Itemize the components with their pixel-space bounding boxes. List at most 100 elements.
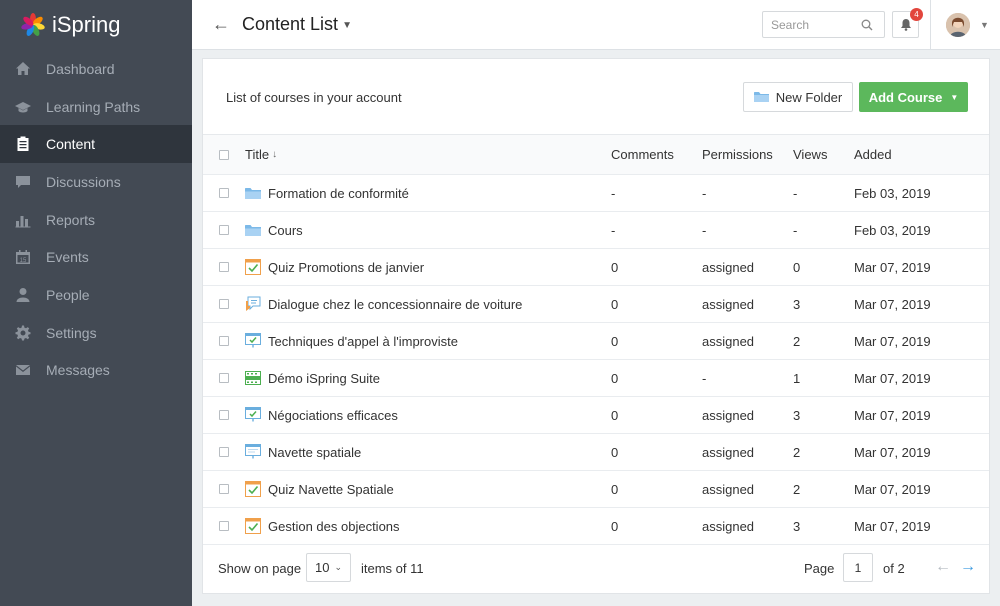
row-comments: 0 (611, 259, 619, 275)
sidebar-item-dashboard[interactable]: Dashboard (0, 50, 192, 88)
table-row[interactable]: Quiz Navette Spatiale 0 assigned 2 Mar 07, 2… (203, 471, 989, 508)
row-checkbox-cell (219, 212, 229, 248)
topbar: ← Content List▼ 4 ▼ (192, 0, 1000, 50)
next-page-arrow-icon[interactable]: → (960, 558, 976, 576)
row-checkbox[interactable] (219, 447, 229, 457)
sidebar-item-reports[interactable]: Reports (0, 201, 192, 239)
row-title[interactable]: Navette spatiale (268, 445, 361, 460)
row-title[interactable]: Quiz Navette Spatiale (268, 482, 394, 497)
app-logo[interactable]: iSpring (0, 0, 192, 50)
row-title[interactable]: Techniques d'appel à l'improviste (268, 334, 458, 349)
table-row[interactable]: Formation de conformité - - - Feb 03, 2019 (203, 175, 989, 212)
row-added: Mar 07, 2019 (854, 259, 931, 275)
row-checkbox[interactable] (219, 521, 229, 531)
row-added: Mar 07, 2019 (854, 444, 931, 460)
row-checkbox[interactable] (219, 225, 229, 235)
row-permissions: - (702, 185, 707, 201)
table-row[interactable]: Techniques d'appel à l'improviste 0 assign… (203, 323, 989, 360)
table-row[interactable]: Dialogue chez le concessionnaire de voit… (203, 286, 989, 323)
column-views: Views (793, 135, 827, 174)
row-checkbox[interactable] (219, 299, 229, 309)
row-views: - (793, 222, 798, 238)
search-box (762, 11, 885, 38)
row-title[interactable]: Démo iSpring Suite (268, 371, 380, 386)
row-views: 2 (793, 444, 801, 460)
row-comments: - (611, 222, 616, 238)
table-header: Title ↓ Comments Permissions Views Added (203, 135, 989, 175)
row-views: 2 (793, 333, 801, 349)
user-menu[interactable]: ▼ (946, 13, 989, 37)
sidebar-item-settings[interactable]: Settings (0, 314, 192, 352)
quiz-icon (245, 518, 261, 534)
svg-text:15: 15 (20, 258, 27, 264)
search-input[interactable] (771, 17, 861, 32)
back-arrow-icon[interactable]: ← (212, 14, 234, 35)
sidebar-item-label: Messages (46, 362, 110, 379)
row-title-cell: Navette spatiale (245, 434, 361, 470)
row-permissions: - (702, 222, 707, 238)
sidebar-item-label: People (46, 286, 90, 303)
search-icon[interactable] (861, 19, 873, 31)
sidebar-item-discussions[interactable]: Discussions (0, 163, 192, 201)
row-views: 3 (793, 407, 801, 423)
column-title[interactable]: Title ↓ (245, 135, 277, 174)
row-checkbox-cell (219, 360, 229, 396)
page-title[interactable]: Content List ▼ (242, 14, 352, 35)
column-comments-label: Comments (611, 147, 674, 162)
page-number-input[interactable] (843, 553, 873, 582)
sidebar-item-learning-paths[interactable]: Learning Paths (0, 88, 192, 126)
row-views: 3 (793, 296, 801, 312)
row-checkbox-cell (219, 323, 229, 359)
row-checkbox[interactable] (219, 262, 229, 272)
sidebar-item-people[interactable]: People (0, 276, 192, 314)
table-row[interactable]: Gestion des objections 0 assigned 3 Mar 07, … (203, 508, 989, 545)
sidebar-item-label: Settings (46, 324, 97, 341)
row-checkbox[interactable] (219, 410, 229, 420)
row-title[interactable]: Cours (268, 223, 303, 238)
table-row[interactable]: Négociations efficaces 0 assigned 3 Mar 07, … (203, 397, 989, 434)
column-permissions: Permissions (702, 135, 773, 174)
row-title[interactable]: Quiz Promotions de janvier (268, 260, 424, 275)
notifications-button[interactable]: 4 (892, 8, 923, 38)
select-all-checkbox[interactable] (219, 149, 229, 160)
sidebar-item-label: Discussions (46, 173, 121, 190)
row-checkbox[interactable] (219, 373, 229, 383)
sidebar-item-label: Learning Paths (46, 98, 141, 115)
table-row[interactable]: Cours - - - Feb 03, 2019 (203, 212, 989, 249)
row-title[interactable]: Dialogue chez le concessionnaire de voit… (268, 297, 522, 312)
table-row[interactable]: Démo iSpring Suite 0 - 1 Mar 07, 2019 (203, 360, 989, 397)
row-checkbox[interactable] (219, 484, 229, 494)
folder-icon (245, 222, 261, 238)
per-page-select[interactable]: 10 ⌄ (306, 553, 351, 582)
table-row[interactable]: Quiz Promotions de janvier 0 assigned 0 Mar … (203, 249, 989, 286)
row-permissions: assigned (702, 333, 755, 349)
row-checkbox[interactable] (219, 336, 229, 346)
envelope-icon (15, 362, 31, 378)
row-title[interactable]: Gestion des objections (268, 519, 400, 534)
presentation-icon (245, 333, 261, 349)
row-views: 2 (793, 481, 801, 497)
column-comments: Comments (611, 135, 674, 174)
sidebar-item-messages[interactable]: Messages (0, 352, 192, 390)
previous-page-arrow-icon[interactable]: ← (935, 558, 951, 576)
sidebar-item-content[interactable]: Content (0, 125, 192, 164)
chevron-down-icon: ▼ (342, 19, 352, 31)
bar-chart-icon (15, 212, 31, 228)
row-title-cell: Quiz Promotions de janvier (245, 249, 424, 285)
row-title[interactable]: Formation de conformité (268, 186, 409, 201)
new-folder-button[interactable]: New Folder (743, 82, 853, 112)
row-title[interactable]: Négociations efficaces (268, 408, 398, 423)
row-title-cell: Démo iSpring Suite (245, 360, 380, 396)
row-title-cell: Dialogue chez le concessionnaire de voit… (245, 286, 522, 322)
row-checkbox[interactable] (219, 188, 229, 198)
gear-icon (15, 325, 31, 341)
row-checkbox-cell (219, 249, 229, 285)
chevron-down-icon: ▼ (980, 20, 989, 30)
row-checkbox-cell (219, 471, 229, 507)
table-row[interactable]: Navette spatiale 0 assigned 2 Mar 07, 2019 (203, 434, 989, 471)
page-label: Page (804, 561, 835, 576)
sidebar-item-events[interactable]: 15 Events (0, 238, 192, 276)
show-on-page-label: Show on page (218, 561, 302, 576)
add-course-button[interactable]: Add Course ▼ (859, 82, 968, 112)
row-views: - (793, 185, 798, 201)
